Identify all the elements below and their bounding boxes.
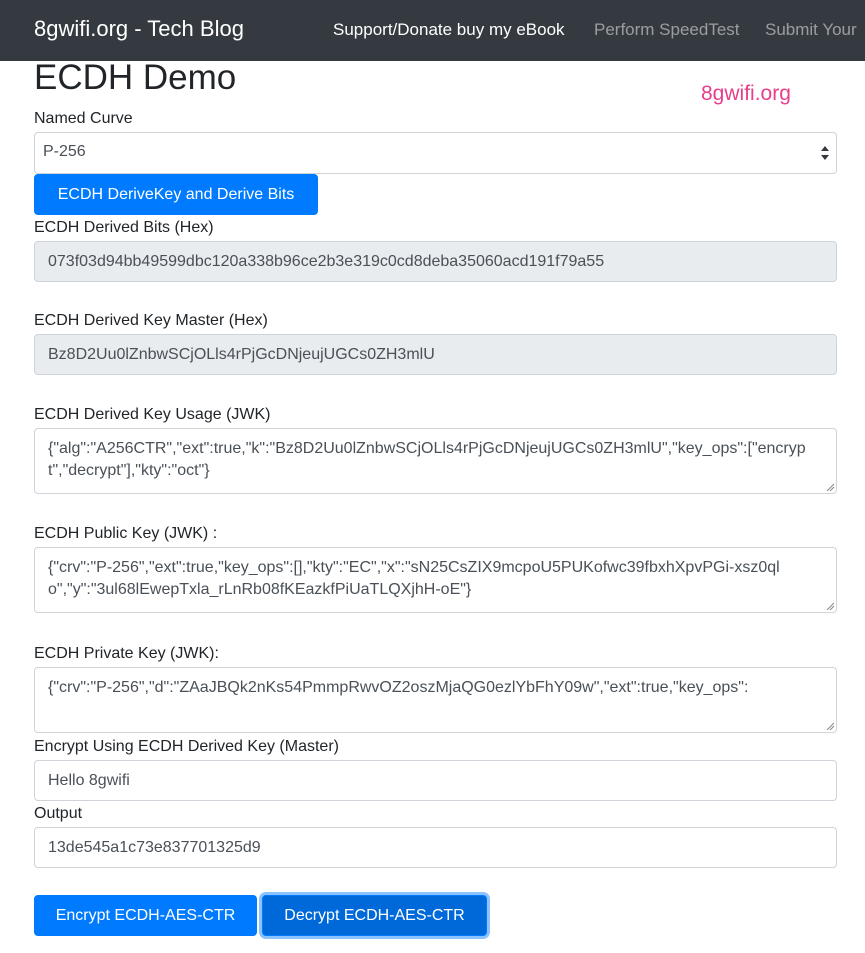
output-label: Output [34,805,83,822]
private-key-wrapper: {"crv":"P-256","d":"ZAaJBQk2nKs54PmmpRwv… [34,667,837,733]
derived-key-usage-wrapper: {"alg":"A256CTR","ext":true,"k":"Bz8D2Uu… [34,428,837,494]
page-title: ECDH Demo [34,58,237,97]
derived-key-usage-label: ECDH Derived Key Usage (JWK) [34,406,271,423]
derived-bits-label: ECDH Derived Bits (Hex) [34,219,214,236]
encrypt-button[interactable]: Encrypt ECDH-AES-CTR [34,895,257,936]
brand-tag: 8gwifi.org [701,82,791,105]
encrypt-input-label: Encrypt Using ECDH Derived Key (Master) [34,738,339,755]
resize-grip-icon[interactable] [826,602,835,611]
resize-grip-icon[interactable] [826,722,835,731]
nav-link-speedtest[interactable]: Perform SpeedTest [594,19,740,41]
output-field[interactable]: 13de545a1c73e837701325d9 [34,827,837,868]
curve-select-value: P-256 [43,143,86,160]
private-key-label: ECDH Private Key (JWK): [34,645,219,662]
nav-link-support-donate[interactable]: Support/Donate buy my eBook [333,19,565,41]
derived-key-master-label: ECDH Derived Key Master (Hex) [34,312,268,329]
encrypt-input-field[interactable]: Hello 8gwifi [34,760,837,801]
decrypt-button[interactable]: Decrypt ECDH-AES-CTR [262,895,487,936]
derived-key-usage-textarea[interactable]: {"alg":"A256CTR","ext":true,"k":"Bz8D2Uu… [34,428,837,494]
public-key-textarea[interactable]: {"crv":"P-256","ext":true,"key_ops":[],"… [34,547,837,613]
resize-grip-icon[interactable] [826,483,835,492]
top-navbar: 8gwifi.org - Tech Blog Support/Donate bu… [0,0,865,61]
derive-key-button[interactable]: ECDH DeriveKey and Derive Bits [34,174,318,215]
curve-select[interactable]: P-256 [34,132,837,174]
nav-link-submit[interactable]: Submit Your [765,19,857,41]
curve-label: Named Curve [34,110,133,127]
select-updown-icon [821,146,829,160]
derived-bits-field[interactable]: 073f03d94bb49599dbc120a338b96ce2b3e319c0… [34,241,837,282]
public-key-wrapper: {"crv":"P-256","ext":true,"key_ops":[],"… [34,547,837,613]
public-key-label: ECDH Public Key (JWK) : [34,525,218,542]
derived-key-master-field[interactable]: Bz8D2Uu0lZnbwSCjOLls4rPjGcDNjeujUGCs0ZH3… [34,334,837,375]
private-key-textarea[interactable]: {"crv":"P-256","d":"ZAaJBQk2nKs54PmmpRwv… [34,667,837,733]
navbar-brand[interactable]: 8gwifi.org - Tech Blog [34,15,244,43]
